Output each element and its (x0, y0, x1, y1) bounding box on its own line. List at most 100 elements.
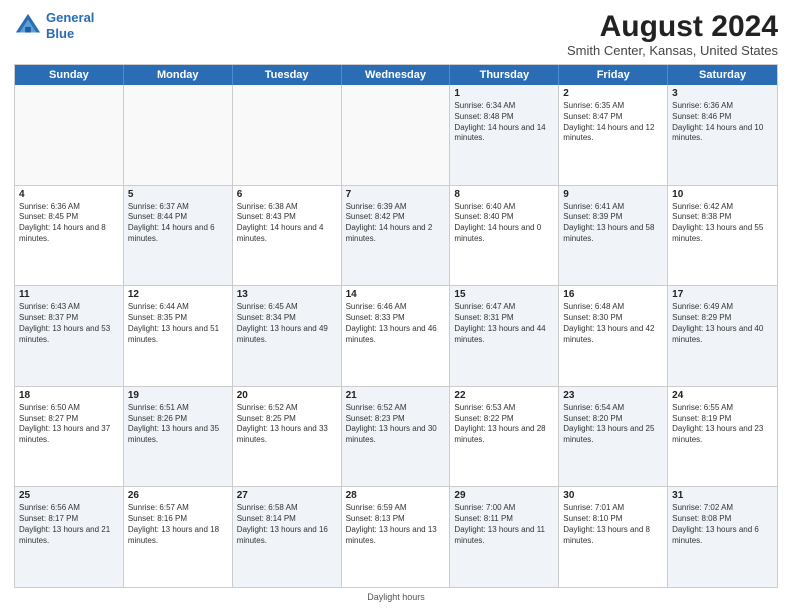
calendar-week: 18 Sunrise: 6:50 AM Sunset: 8:27 PM Dayli… (15, 387, 777, 488)
table-row: 28 Sunrise: 6:59 AM Sunset: 8:13 PM Dayli… (342, 487, 451, 587)
calendar-subtitle: Smith Center, Kansas, United States (567, 43, 778, 58)
day-number: 24 (672, 390, 773, 401)
logo-blue: Blue (46, 26, 74, 41)
header: General Blue August 2024 Smith Center, K… (14, 10, 778, 58)
logo-general: General (46, 10, 94, 25)
cell-info: Sunrise: 6:34 AM Sunset: 8:48 PM Dayligh… (454, 101, 554, 144)
table-row: 30Sunrise: 7:01 AM Sunset: 8:10 PM Dayli… (559, 487, 668, 587)
cal-header-day: Sunday (15, 65, 124, 85)
table-row (342, 85, 451, 185)
day-number: 25 (19, 490, 119, 501)
calendar: SundayMondayTuesdayWednesdayThursdayFrid… (14, 64, 778, 588)
table-row (15, 85, 124, 185)
calendar-week: 4 Sunrise: 6:36 AM Sunset: 8:45 PM Daylig… (15, 186, 777, 287)
day-number: 3 (672, 88, 773, 99)
table-row: 29Sunrise: 7:00 AM Sunset: 8:11 PM Dayli… (450, 487, 559, 587)
day-number: 20 (237, 390, 337, 401)
day-number: 26 (128, 490, 228, 501)
page: General Blue August 2024 Smith Center, K… (0, 0, 792, 612)
cell-info: Sunrise: 6:57 AM Sunset: 8:16 PM Dayligh… (128, 503, 228, 546)
day-number: 19 (128, 390, 228, 401)
day-number: 23 (563, 390, 663, 401)
day-number: 7 (346, 189, 446, 200)
cell-info: Sunrise: 6:37 AM Sunset: 8:44 PM Dayligh… (128, 202, 228, 245)
cell-info: Sunrise: 6:42 AM Sunset: 8:38 PM Dayligh… (672, 202, 773, 245)
calendar-body: 1Sunrise: 6:34 AM Sunset: 8:48 PM Daylig… (15, 85, 777, 587)
table-row: 14Sunrise: 6:46 AM Sunset: 8:33 PM Dayli… (342, 286, 451, 386)
table-row: 1Sunrise: 6:34 AM Sunset: 8:48 PM Daylig… (450, 85, 559, 185)
table-row: 12 Sunrise: 6:44 AM Sunset: 8:35 PM Dayli… (124, 286, 233, 386)
cell-info: Sunrise: 6:47 AM Sunset: 8:31 PM Dayligh… (454, 302, 554, 345)
table-row (233, 85, 342, 185)
day-number: 21 (346, 390, 446, 401)
cal-header-day: Wednesday (342, 65, 451, 85)
cell-info: Sunrise: 6:53 AM Sunset: 8:22 PM Dayligh… (454, 403, 554, 446)
day-number: 29 (454, 490, 554, 501)
day-number: 28 (346, 490, 446, 501)
cal-header-day: Tuesday (233, 65, 342, 85)
day-number: 10 (672, 189, 773, 200)
table-row: 24 Sunrise: 6:55 AM Sunset: 8:19 PM Dayli… (668, 387, 777, 487)
day-number: 8 (454, 189, 554, 200)
table-row: 18 Sunrise: 6:50 AM Sunset: 8:27 PM Dayli… (15, 387, 124, 487)
day-number: 11 (19, 289, 119, 300)
cell-info: Sunrise: 6:56 AM Sunset: 8:17 PM Dayligh… (19, 503, 119, 546)
cell-info: Sunrise: 6:55 AM Sunset: 8:19 PM Dayligh… (672, 403, 773, 446)
cell-info: Sunrise: 6:48 AM Sunset: 8:30 PM Dayligh… (563, 302, 663, 345)
day-number: 4 (19, 189, 119, 200)
table-row: 11 Sunrise: 6:43 AM Sunset: 8:37 PM Dayli… (15, 286, 124, 386)
day-number: 15 (454, 289, 554, 300)
day-number: 5 (128, 189, 228, 200)
cell-info: Sunrise: 6:52 AM Sunset: 8:23 PM Dayligh… (346, 403, 446, 446)
day-number: 31 (672, 490, 773, 501)
cell-info: Sunrise: 6:38 AM Sunset: 8:43 PM Dayligh… (237, 202, 337, 245)
table-row: 13Sunrise: 6:45 AM Sunset: 8:34 PM Dayli… (233, 286, 342, 386)
calendar-week: 11 Sunrise: 6:43 AM Sunset: 8:37 PM Dayli… (15, 286, 777, 387)
day-number: 2 (563, 88, 663, 99)
table-row (124, 85, 233, 185)
table-row: 6 Sunrise: 6:38 AM Sunset: 8:43 PM Daylig… (233, 186, 342, 286)
cell-info: Sunrise: 6:43 AM Sunset: 8:37 PM Dayligh… (19, 302, 119, 345)
day-number: 22 (454, 390, 554, 401)
cell-info: Sunrise: 7:02 AM Sunset: 8:08 PM Dayligh… (672, 503, 773, 546)
day-number: 14 (346, 289, 446, 300)
footer-note: Daylight hours (14, 592, 778, 602)
cell-info: Sunrise: 6:51 AM Sunset: 8:26 PM Dayligh… (128, 403, 228, 446)
calendar-week: 25 Sunrise: 6:56 AM Sunset: 8:17 PM Dayli… (15, 487, 777, 587)
day-number: 18 (19, 390, 119, 401)
cell-info: Sunrise: 6:39 AM Sunset: 8:42 PM Dayligh… (346, 202, 446, 245)
day-number: 6 (237, 189, 337, 200)
cell-info: Sunrise: 6:45 AM Sunset: 8:34 PM Dayligh… (237, 302, 337, 345)
table-row: 16 Sunrise: 6:48 AM Sunset: 8:30 PM Dayli… (559, 286, 668, 386)
cell-info: Sunrise: 6:52 AM Sunset: 8:25 PM Dayligh… (237, 403, 337, 446)
calendar-header-row: SundayMondayTuesdayWednesdayThursdayFrid… (15, 65, 777, 85)
table-row: 3Sunrise: 6:36 AM Sunset: 8:46 PM Daylig… (668, 85, 777, 185)
table-row: 27Sunrise: 6:58 AM Sunset: 8:14 PM Dayli… (233, 487, 342, 587)
table-row: 25 Sunrise: 6:56 AM Sunset: 8:17 PM Dayli… (15, 487, 124, 587)
table-row: 19 Sunrise: 6:51 AM Sunset: 8:26 PM Dayli… (124, 387, 233, 487)
cell-info: Sunrise: 6:50 AM Sunset: 8:27 PM Dayligh… (19, 403, 119, 446)
table-row: 21 Sunrise: 6:52 AM Sunset: 8:23 PM Dayli… (342, 387, 451, 487)
table-row: 26 Sunrise: 6:57 AM Sunset: 8:16 PM Dayli… (124, 487, 233, 587)
cell-info: Sunrise: 6:58 AM Sunset: 8:14 PM Dayligh… (237, 503, 337, 546)
logo-icon (14, 12, 42, 40)
cell-info: Sunrise: 6:44 AM Sunset: 8:35 PM Dayligh… (128, 302, 228, 345)
logo-text: General Blue (46, 10, 94, 41)
day-number: 16 (563, 289, 663, 300)
cell-info: Sunrise: 6:36 AM Sunset: 8:45 PM Dayligh… (19, 202, 119, 245)
logo: General Blue (14, 10, 94, 41)
table-row: 17Sunrise: 6:49 AM Sunset: 8:29 PM Dayli… (668, 286, 777, 386)
table-row: 2Sunrise: 6:35 AM Sunset: 8:47 PM Daylig… (559, 85, 668, 185)
cell-info: Sunrise: 6:59 AM Sunset: 8:13 PM Dayligh… (346, 503, 446, 546)
table-row: 31 Sunrise: 7:02 AM Sunset: 8:08 PM Dayli… (668, 487, 777, 587)
cal-header-day: Monday (124, 65, 233, 85)
table-row: 15 Sunrise: 6:47 AM Sunset: 8:31 PM Dayli… (450, 286, 559, 386)
calendar-week: 1Sunrise: 6:34 AM Sunset: 8:48 PM Daylig… (15, 85, 777, 186)
cell-info: Sunrise: 6:49 AM Sunset: 8:29 PM Dayligh… (672, 302, 773, 345)
day-number: 12 (128, 289, 228, 300)
day-number: 9 (563, 189, 663, 200)
cal-header-day: Thursday (450, 65, 559, 85)
table-row: 23Sunrise: 6:54 AM Sunset: 8:20 PM Dayli… (559, 387, 668, 487)
table-row: 9Sunrise: 6:41 AM Sunset: 8:39 PM Daylig… (559, 186, 668, 286)
cal-header-day: Friday (559, 65, 668, 85)
